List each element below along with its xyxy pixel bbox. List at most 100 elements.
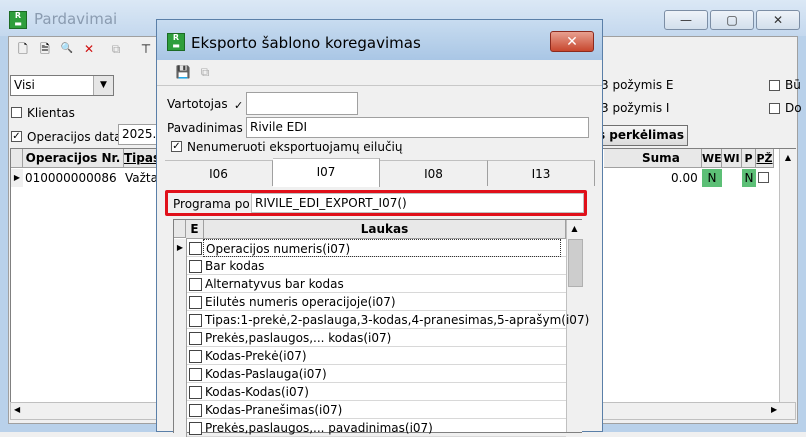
operacijos-data-checkbox[interactable]: ✓: [11, 131, 22, 142]
tree-icon[interactable]: ⊤: [138, 41, 154, 57]
row-header: [174, 275, 187, 293]
close-button[interactable]: ✕: [756, 10, 800, 30]
grid-vertical-scrollbar[interactable]: ▲: [779, 149, 796, 405]
bu-label: Bū: [785, 78, 801, 92]
column-suma[interactable]: Suma: [604, 149, 702, 168]
field-export-checkbox[interactable]: [189, 278, 202, 291]
field-export-checkbox[interactable]: [189, 332, 202, 345]
field-export-checkbox[interactable]: [189, 404, 202, 417]
field-name: Tipas:1-prekė,2-paslauga,3-kodas,4-prane…: [205, 313, 590, 327]
field-name: Kodas-Kodas(i07): [205, 385, 309, 399]
programa-input[interactable]: RIVILE_EDI_EXPORT_I07(): [251, 193, 584, 213]
row-suma[interactable]: 0.00: [671, 169, 698, 187]
pozymis-i-label: 3 požymis I: [601, 101, 670, 115]
column-e[interactable]: E: [186, 220, 204, 239]
scroll-thumb[interactable]: [568, 239, 583, 287]
dialog-app-icon: R ▬: [167, 33, 185, 51]
row-p[interactable]: N: [742, 169, 756, 187]
scroll-up-icon[interactable]: ▲: [567, 220, 582, 238]
column-laukas[interactable]: Laukas: [204, 220, 566, 239]
nenumeruoti-label: Nenumeruoti eksportuojamų eilučių: [187, 140, 403, 154]
date-from-input[interactable]: 2025.0: [118, 124, 158, 145]
main-window-title: Pardavimai: [34, 10, 118, 28]
field-name: Kodas-Prekė(i07): [205, 349, 307, 363]
field-row[interactable]: Prekės,paslaugos,... pavadinimas(i07): [174, 419, 566, 437]
pavadinimas-input[interactable]: Rivile EDI: [246, 117, 589, 138]
field-row[interactable]: Kodas-Pranešimas(i07): [174, 401, 566, 419]
field-name: Eilutės numeris operacijoje(i07): [205, 295, 396, 309]
field-export-checkbox[interactable]: [189, 296, 202, 309]
field-name: Kodas-Paslauga(i07): [205, 367, 327, 381]
edit-document-icon[interactable]: 🗎: [37, 41, 53, 57]
klientas-checkbox[interactable]: [11, 107, 22, 118]
save-icon[interactable]: 💾: [175, 64, 191, 80]
column-pz[interactable]: PŽ: [756, 149, 774, 168]
field-export-checkbox[interactable]: [189, 422, 202, 435]
field-row[interactable]: ▶ Operacijos numeris(i07): [174, 239, 566, 257]
row-header: [174, 347, 187, 365]
column-operacijos-nr[interactable]: Operacijos Nr.: [23, 149, 124, 168]
column-p[interactable]: P: [742, 149, 756, 168]
new-document-icon[interactable]: 🗋: [15, 41, 31, 57]
copy-icon[interactable]: ⧉: [197, 64, 213, 80]
field-export-checkbox[interactable]: [189, 386, 202, 399]
scroll-right-icon[interactable]: ▶: [771, 405, 777, 414]
vartotojas-label: Vartotojas: [167, 97, 228, 111]
column-we[interactable]: WE: [702, 149, 722, 168]
row-header: [174, 257, 187, 275]
column-tipas[interactable]: Tipas: [124, 149, 160, 168]
field-row[interactable]: Tipas:1-prekė,2-paslauga,3-kodas,4-prane…: [174, 311, 589, 329]
field-name: Prekės,paslaugos,... pavadinimas(i07): [205, 421, 433, 435]
dialog-close-button[interactable]: ✕: [550, 31, 594, 52]
chevron-down-icon[interactable]: ▼: [93, 76, 113, 95]
field-name: Bar kodas: [205, 259, 265, 273]
field-row[interactable]: Prekės,paslaugos,... kodas(i07): [174, 329, 566, 347]
minimize-button[interactable]: —: [664, 10, 708, 30]
programa-highlight: Programa po RIVILE_EDI_EXPORT_I07(): [165, 190, 587, 216]
fields-grid: E Laukas ▲ ▶ Operacijos numeris(i07) Bar k…: [173, 219, 589, 437]
field-row[interactable]: Kodas-Prekė(i07): [174, 347, 566, 365]
programa-label: Programa po: [173, 197, 250, 211]
dialog-title-bar[interactable]: R ▬ Eksporto šablono koregavimas ✕: [157, 20, 602, 60]
field-name: Alternatyvus bar kodas: [205, 277, 344, 291]
fields-grid-corner: [174, 220, 186, 238]
field-row[interactable]: Eilutės numeris operacijoje(i07): [174, 293, 566, 311]
perkelimas-button[interactable]: s perkėlimas: [594, 125, 688, 146]
toolbar-divider: [157, 85, 602, 86]
field-export-checkbox[interactable]: [189, 350, 202, 363]
field-export-checkbox[interactable]: [189, 314, 202, 327]
field-name: Prekės,paslaugos,... kodas(i07): [205, 331, 392, 345]
field-export-checkbox[interactable]: [189, 260, 202, 273]
delete-icon[interactable]: ✕: [81, 41, 97, 57]
do-checkbox[interactable]: [769, 103, 780, 114]
field-row[interactable]: Bar kodas: [174, 257, 566, 275]
tab-i08[interactable]: I08: [380, 160, 488, 186]
operacijos-data-label: Operacijos data: [27, 130, 122, 144]
row-we[interactable]: N: [702, 169, 722, 187]
filter-select-value: Visi: [14, 78, 35, 92]
field-export-checkbox[interactable]: [189, 368, 202, 381]
export-template-dialog: R ▬ Eksporto šablono koregavimas ✕ 💾 ⧉ Va…: [156, 19, 603, 437]
maximize-button[interactable]: ▢: [710, 10, 754, 30]
scroll-left-icon[interactable]: ◀: [14, 405, 20, 414]
klientas-label: Klientas: [27, 106, 75, 120]
row-pz-checkbox[interactable]: [758, 172, 769, 183]
field-row[interactable]: Kodas-Paslauga(i07): [174, 365, 566, 383]
column-wi[interactable]: WI: [722, 149, 742, 168]
tab-i07[interactable]: I07: [273, 158, 380, 187]
pavadinimas-label: Pavadinimas: [167, 121, 243, 135]
bu-checkbox[interactable]: [769, 80, 780, 91]
do-label: Do: [785, 101, 802, 115]
tab-i13[interactable]: I13: [488, 160, 595, 186]
field-export-checkbox[interactable]: [189, 242, 202, 255]
row-header: [174, 311, 187, 329]
copy-icon[interactable]: ⧉: [108, 41, 124, 57]
search-document-icon[interactable]: 🔍: [59, 41, 75, 57]
tab-i06[interactable]: I06: [165, 160, 273, 186]
field-row[interactable]: Alternatyvus bar kodas: [174, 275, 566, 293]
app-icon: R ▬: [9, 11, 27, 29]
field-row[interactable]: Kodas-Kodas(i07): [174, 383, 566, 401]
nenumeruoti-checkbox[interactable]: ✓: [171, 141, 182, 152]
row-operacijos-nr[interactable]: 010000000086: [25, 169, 117, 187]
vartotojas-input[interactable]: [246, 92, 358, 115]
